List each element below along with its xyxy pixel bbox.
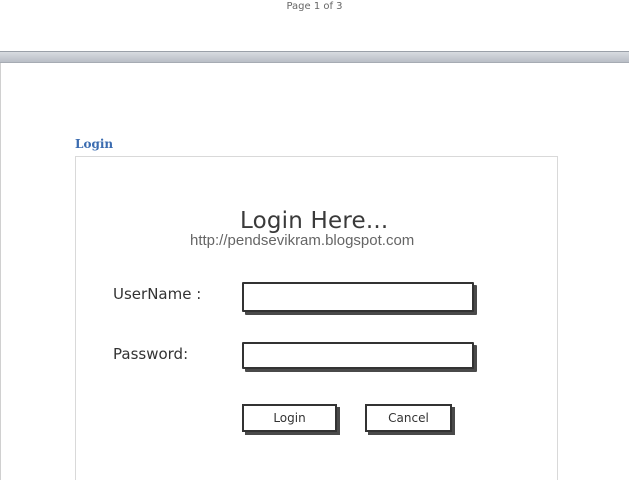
username-field[interactable] [242,282,474,312]
username-label: UserName : [113,285,202,303]
page-separator [0,52,629,63]
watermark-url: http://pendsevikram.blogspot.com [190,232,415,249]
mockup-title: Login Here... [240,208,389,234]
login-button[interactable]: Login [242,404,337,432]
previous-page: Page 1 of 3 [0,0,629,52]
section-heading: Login [75,137,114,151]
page-indicator: Page 1 of 3 [286,1,343,12]
password-label: Password: [113,345,189,363]
password-field[interactable] [242,342,474,369]
cancel-button[interactable]: Cancel [365,404,452,432]
